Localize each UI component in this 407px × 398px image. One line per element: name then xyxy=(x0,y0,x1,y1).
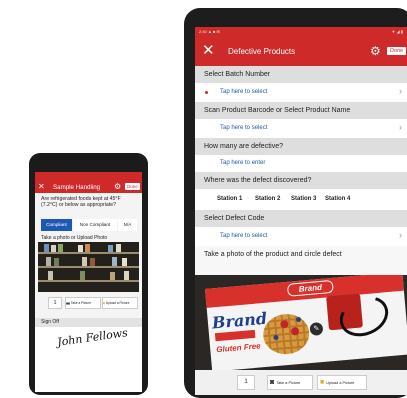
tablet-status-right: ▼ ◢ ▮ xyxy=(391,29,403,34)
phone-photo-count[interactable]: 1 xyxy=(48,297,62,309)
station-option-1[interactable]: Station 1 xyxy=(217,196,242,202)
scan-product-row[interactable]: Tap here to select › xyxy=(195,119,407,138)
section-photo: Take a photo of the product and circle d… xyxy=(195,246,407,263)
box-gluten-free: Gluten Free xyxy=(215,341,262,355)
waffle-image xyxy=(261,312,311,357)
batch-number-row[interactable]: Tap here to select › xyxy=(195,83,407,102)
tablet-status-left: 2:40 ▲ ■ ✉ xyxy=(199,29,220,34)
tablet-photo-tools: 1 ◙ Take a Picture ■ Upload a Picture xyxy=(195,370,407,395)
product-box: Brand Brand Gluten Free ✎ xyxy=(205,275,407,370)
tablet-done-button[interactable]: Done xyxy=(387,47,407,55)
defect-code-tap-select[interactable]: Tap here to select xyxy=(220,233,267,239)
tablet-upload-picture-button[interactable]: ■ Upload a Picture xyxy=(317,375,367,390)
chevron-right-icon: › xyxy=(399,122,402,132)
option-non-compliant[interactable]: Non Compliant xyxy=(73,219,117,231)
option-na[interactable]: N/A xyxy=(118,219,137,231)
section-how-many: How many are defective? xyxy=(195,138,407,155)
folder-icon: ■ xyxy=(103,301,105,305)
camera-icon: ◙ xyxy=(270,379,275,386)
section-photo-label: Take a photo of the product and circle d… xyxy=(204,251,342,258)
gear-icon[interactable]: ⚙ xyxy=(370,43,381,59)
phone-fridge-photo xyxy=(38,242,139,292)
close-icon[interactable]: ✕ xyxy=(38,182,45,192)
phone-question-text: Are refrigerated foods kept at 45°F (7.2… xyxy=(41,196,121,209)
pencil-icon[interactable]: ✎ xyxy=(309,321,324,336)
tablet-upload-picture-label: Upload a Picture xyxy=(326,381,355,385)
tablet-take-picture-button[interactable]: ◙ Take a Picture xyxy=(267,375,313,390)
section-defect-code: Select Defect Code xyxy=(195,210,407,227)
tablet-status-bar: 2:40 ▲ ■ ✉ ▼ ◢ ▮ xyxy=(195,27,407,37)
phone-signoff-label: Sign Off xyxy=(41,319,59,325)
camera-icon: 📷 xyxy=(66,301,70,305)
section-defect-code-label: Select Defect Code xyxy=(204,215,265,222)
section-scan-product: Scan Product Barcode or Select Product N… xyxy=(195,102,407,119)
station-option-3[interactable]: Station 3 xyxy=(291,196,316,202)
tablet-take-picture-label: Take a Picture xyxy=(276,381,301,385)
chevron-right-icon: › xyxy=(399,230,402,240)
phone-compliance-options: Compliant Non Compliant N/A xyxy=(41,219,137,231)
section-batch-number: Select Batch Number xyxy=(195,66,407,83)
phone-status-bar xyxy=(35,172,142,181)
box-brand-name: Brand xyxy=(211,308,268,333)
tablet-screen: 2:40 ▲ ■ ✉ ▼ ◢ ▮ ✕ Defective Products ⚙ … xyxy=(195,27,407,395)
tablet-page-title: Defective Products xyxy=(228,47,296,56)
phone-screen: ✕ Sample Handling ⚙ Done Are refrigerate… xyxy=(35,172,142,392)
tablet-app-bar: ✕ Defective Products ⚙ Done xyxy=(195,37,407,66)
defect-code-row[interactable]: Tap here to select › xyxy=(195,227,407,246)
folder-icon: ■ xyxy=(320,379,325,386)
required-dot-icon xyxy=(205,91,208,94)
chevron-right-icon: › xyxy=(399,86,402,96)
how-many-row[interactable]: Tap here to enter xyxy=(195,155,407,172)
phone-upload-picture-label: Upload a Picture xyxy=(105,301,130,305)
phone-take-picture-button[interactable]: 📷 Take a Picture xyxy=(65,297,101,309)
gear-icon[interactable]: ⚙ xyxy=(114,182,121,192)
phone-photo-label: Take a photo or Upload Photo xyxy=(41,235,108,241)
phone-app-bar: ✕ Sample Handling ⚙ Done xyxy=(35,181,142,193)
section-scan-label: Scan Product Barcode or Select Product N… xyxy=(204,107,351,114)
section-where-discovered: Where was the defect discovered? xyxy=(195,172,407,189)
phone-page-title: Sample Handling xyxy=(53,184,101,191)
product-photo[interactable]: Brand Brand Gluten Free ✎ xyxy=(195,275,407,370)
phone-done-button[interactable]: Done xyxy=(125,183,140,190)
phone-upload-picture-button[interactable]: ■ Upload a Picture xyxy=(102,297,138,309)
how-many-tap-enter[interactable]: Tap here to enter xyxy=(220,160,265,166)
station-option-4[interactable]: Station 4 xyxy=(325,196,350,202)
station-option-2[interactable]: Station 2 xyxy=(255,196,280,202)
batch-tap-select[interactable]: Tap here to select xyxy=(220,89,267,95)
section-how-many-label: How many are defective? xyxy=(204,143,283,150)
phone-photo-tools: 1 📷 Take a Picture ■ Upload a Picture xyxy=(38,295,139,309)
section-where-label: Where was the defect discovered? xyxy=(204,177,312,184)
section-batch-label: Select Batch Number xyxy=(204,71,271,78)
option-compliant[interactable]: Compliant xyxy=(41,219,72,231)
scan-tap-select[interactable]: Tap here to select xyxy=(220,125,267,131)
phone-take-picture-label: Take a Picture xyxy=(70,301,92,305)
tablet-photo-count[interactable]: 1 xyxy=(237,375,255,390)
close-icon[interactable]: ✕ xyxy=(202,42,215,60)
station-row: Station 1 Station 2 Station 3 Station 4 xyxy=(195,189,407,210)
